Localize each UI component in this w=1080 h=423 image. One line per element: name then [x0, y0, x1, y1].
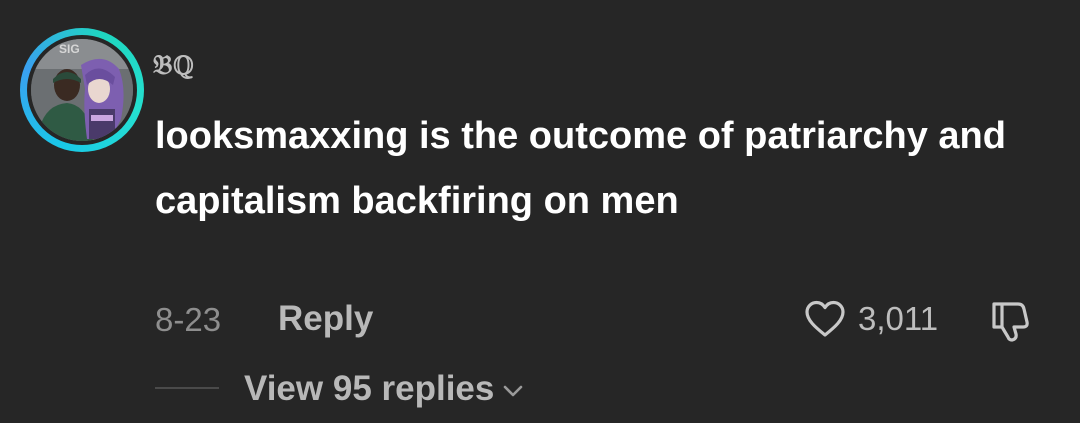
reply-button[interactable]: Reply [278, 300, 373, 338]
comment-date: 8-23 [155, 301, 222, 338]
comment-username[interactable]: 𝔅ℚ [153, 50, 194, 82]
thumbs-down-outline-icon [992, 302, 1029, 342]
replies-divider [155, 387, 219, 389]
heart-outline-icon [805, 300, 845, 337]
avatar-image: SIG [31, 39, 133, 141]
comment-item: SIG 𝔅ℚ looksmaxxing is the outcome of pa… [0, 0, 1080, 423]
svg-text:SIG: SIG [59, 42, 80, 56]
avatar[interactable]: SIG [20, 28, 144, 152]
dislike-button[interactable] [988, 296, 1036, 344]
comment-text: looksmaxxing is the outcome of patriarch… [155, 115, 1006, 222]
avatar-photo: SIG [31, 39, 133, 141]
like-button[interactable]: 3,011 [804, 296, 938, 342]
like-count: 3,011 [858, 300, 939, 337]
chevron-down-icon [504, 385, 523, 397]
view-replies-label: View 95 replies [244, 369, 495, 408]
view-replies-button[interactable]: View 95 replies [244, 369, 524, 409]
